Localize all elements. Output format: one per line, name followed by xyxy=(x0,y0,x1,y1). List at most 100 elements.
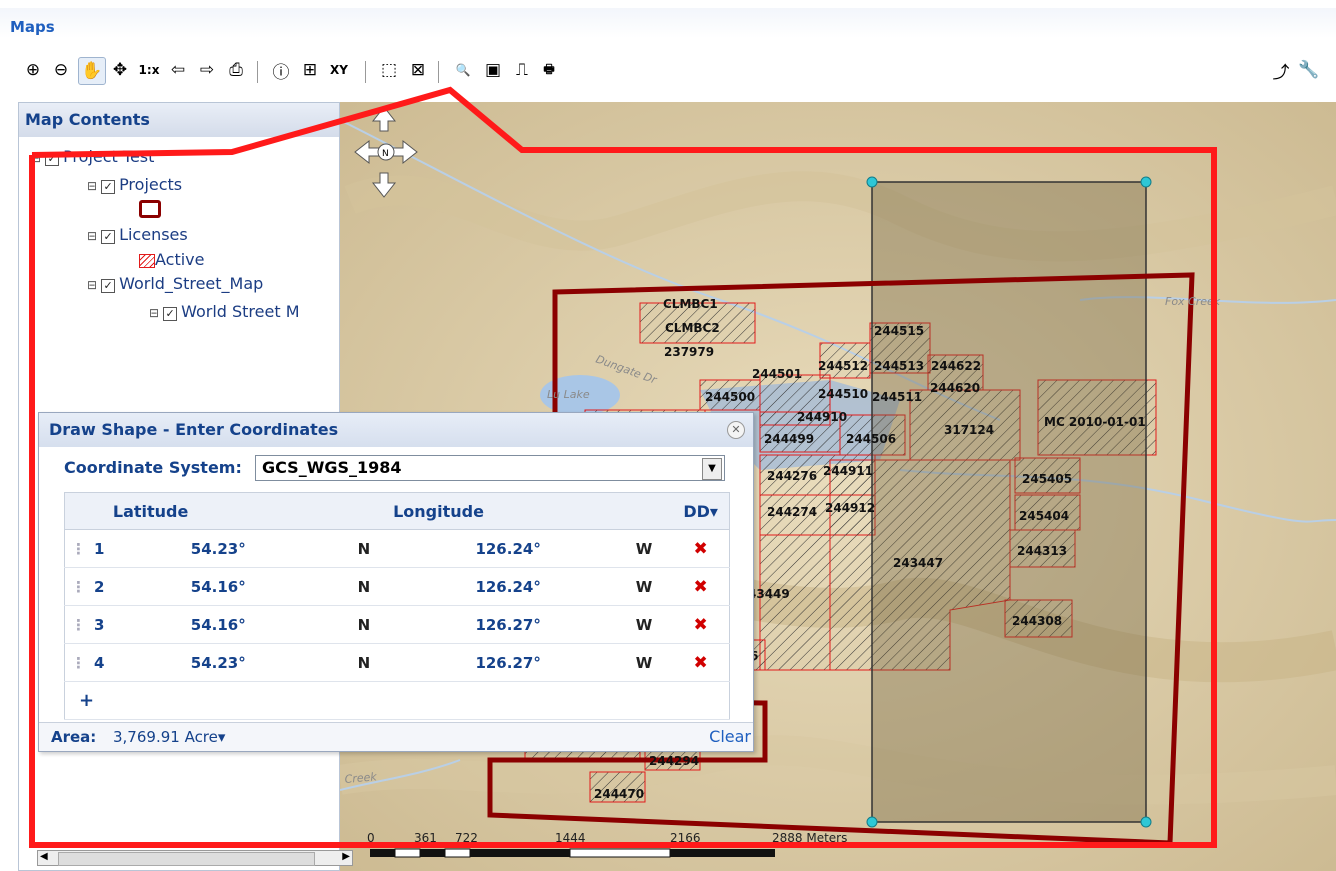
format-dropdown[interactable]: DD▾ xyxy=(672,492,730,530)
tools-button[interactable]: 🔧 xyxy=(1296,57,1322,83)
toc-item-licenses[interactable]: ⊟ ✓ Licenses xyxy=(87,225,188,244)
coordinate-row[interactable]: ⋮ 3 54.16° N 126.27° W ✖ xyxy=(64,605,730,644)
coordinate-row[interactable]: ⋮ 2 54.16° N 126.24° W ✖ xyxy=(64,567,730,606)
place-name-label: Lu Lake xyxy=(547,388,590,401)
license-label: CLMBC2 xyxy=(665,321,720,335)
checkbox[interactable]: ✓ xyxy=(45,152,60,166)
xy-button[interactable]: XY xyxy=(326,57,352,83)
row-index: 1 xyxy=(94,539,105,558)
back-extent-button[interactable]: ⇦ xyxy=(165,57,191,83)
checkbox[interactable]: ✓ xyxy=(101,180,116,194)
scroll-left-icon[interactable]: ◀ xyxy=(40,851,48,862)
zoom-selection-button[interactable]: 🔍 xyxy=(450,57,476,83)
license-label: 237979 xyxy=(664,345,714,359)
license-label: 244276 xyxy=(767,469,817,483)
header-band xyxy=(0,8,1336,38)
dialog-title: Draw Shape - Enter Coordinates ✕ xyxy=(39,413,753,447)
select-features-button[interactable]: ⬚ xyxy=(376,57,402,83)
license-label: 244911 xyxy=(823,464,873,478)
binocular-button[interactable]: ⊞ xyxy=(297,57,323,83)
app-title: Maps xyxy=(10,18,55,36)
longitude-value[interactable]: 126.24° xyxy=(392,567,616,606)
ew-hemisphere[interactable]: W xyxy=(615,643,673,682)
scale-t5: 2888 Meters xyxy=(772,831,847,845)
add-row-icon[interactable]: + xyxy=(64,681,112,720)
coordinate-row[interactable]: ⋮ 4 54.23° N 126.27° W ✖ xyxy=(64,643,730,682)
license-label: 244500 xyxy=(705,390,755,404)
map-overlay-button[interactable]: ▣ xyxy=(480,57,506,83)
zoom-1x-button[interactable]: 1:x xyxy=(136,57,162,83)
row-index: 3 xyxy=(94,615,105,634)
remove-row-icon[interactable]: ✖ xyxy=(672,529,730,568)
license-label: 244515 xyxy=(874,324,924,338)
row-index: 4 xyxy=(94,653,105,672)
drag-handle-icon[interactable]: ⋮ xyxy=(71,654,86,672)
popout-button[interactable]: ⤴ xyxy=(1268,57,1294,83)
checkbox[interactable]: ✓ xyxy=(163,307,178,321)
scale-t0: 0 xyxy=(367,831,375,845)
license-label: 244910 xyxy=(797,410,847,424)
forward-extent-button[interactable]: ⇨ xyxy=(194,57,220,83)
clear-link[interactable]: Clear xyxy=(709,723,751,751)
toolbar-separator xyxy=(365,61,366,83)
scale-t3: 1444 xyxy=(555,831,586,845)
coordinate-system-select[interactable]: GCS_WGS_1984 ▼ xyxy=(255,455,725,481)
area-label: Area: xyxy=(51,728,97,746)
measure-button[interactable]: ⎍ xyxy=(509,57,535,83)
drag-handle-icon[interactable]: ⋮ xyxy=(71,540,86,558)
area-units-dropdown[interactable]: 3,769.91 Acre▾ xyxy=(113,723,225,751)
scroll-thumb[interactable] xyxy=(58,852,315,866)
place-name-label: Fox Creek xyxy=(1165,295,1221,308)
license-label: 244510 xyxy=(818,387,868,401)
license-label: 244512 xyxy=(818,359,868,373)
identify-button[interactable]: ⓘ xyxy=(268,57,294,83)
zoom-in-button[interactable]: ⊕ xyxy=(20,57,46,83)
ew-hemisphere[interactable]: W xyxy=(615,605,673,644)
latitude-value[interactable]: 54.16° xyxy=(111,605,336,644)
drag-handle-icon[interactable]: ⋮ xyxy=(71,616,86,634)
latitude-value[interactable]: 54.16° xyxy=(111,567,336,606)
toc-item-world-street-sublayer[interactable]: ⊟ ✓ World Street M xyxy=(149,302,300,321)
full-extent-button[interactable]: ✥ xyxy=(107,57,133,83)
license-label: 245405 xyxy=(1022,472,1072,486)
close-icon[interactable]: ✕ xyxy=(727,421,745,439)
projects-legend-swatch xyxy=(139,200,161,218)
coordinate-row[interactable]: ⋮ 1 54.23° N 126.24° W ✖ xyxy=(64,529,730,568)
remove-row-icon[interactable]: ✖ xyxy=(672,567,730,606)
longitude-value[interactable]: 126.24° xyxy=(392,529,616,568)
ew-hemisphere[interactable]: W xyxy=(615,529,673,568)
license-label: 317124 xyxy=(944,423,994,437)
ns-hemisphere[interactable]: N xyxy=(335,605,393,644)
remove-row-icon[interactable]: ✖ xyxy=(672,605,730,644)
checkbox[interactable]: ✓ xyxy=(101,230,116,244)
ns-hemisphere[interactable]: N xyxy=(335,567,393,606)
toc-item-world-street-map[interactable]: ⊟ ✓ World_Street_Map xyxy=(87,274,263,293)
clear-selection-button[interactable]: ⊠ xyxy=(405,57,431,83)
longitude-value[interactable]: 126.27° xyxy=(392,643,616,682)
checkbox[interactable]: ✓ xyxy=(101,279,116,293)
ns-hemisphere[interactable]: N xyxy=(335,643,393,682)
scroll-right-icon[interactable]: ▶ xyxy=(342,851,350,862)
toolbar-separator xyxy=(438,61,439,83)
chevron-down-icon[interactable]: ▼ xyxy=(702,458,722,480)
ew-hemisphere[interactable]: W xyxy=(615,567,673,606)
pan-button[interactable]: ✋ xyxy=(78,57,106,85)
area-bar: Area: 3,769.91 Acre▾ Clear xyxy=(39,722,753,751)
remove-row-icon[interactable]: ✖ xyxy=(672,643,730,682)
col-longitude: Longitude xyxy=(392,492,616,530)
license-label: 244308 xyxy=(1012,614,1062,628)
bookmark-button[interactable]: ⎙ xyxy=(223,57,249,83)
toc-title: Map Contents xyxy=(19,103,339,137)
toc-horizontal-scrollbar[interactable]: ◀ ▶ xyxy=(37,850,353,866)
print-button[interactable]: 🖶 xyxy=(536,57,562,83)
drag-handle-icon[interactable]: ⋮ xyxy=(71,578,86,596)
license-label: 244513 xyxy=(874,359,924,373)
license-label: 245404 xyxy=(1019,509,1069,523)
toc-item-project-test[interactable]: ⊟ ✓ Project Test xyxy=(31,147,154,166)
latitude-value[interactable]: 54.23° xyxy=(111,643,336,682)
toc-item-projects[interactable]: ⊟ ✓ Projects xyxy=(87,175,182,194)
latitude-value[interactable]: 54.23° xyxy=(111,529,336,568)
ns-hemisphere[interactable]: N xyxy=(335,529,393,568)
zoom-out-button[interactable]: ⊖ xyxy=(48,57,74,83)
longitude-value[interactable]: 126.27° xyxy=(392,605,616,644)
